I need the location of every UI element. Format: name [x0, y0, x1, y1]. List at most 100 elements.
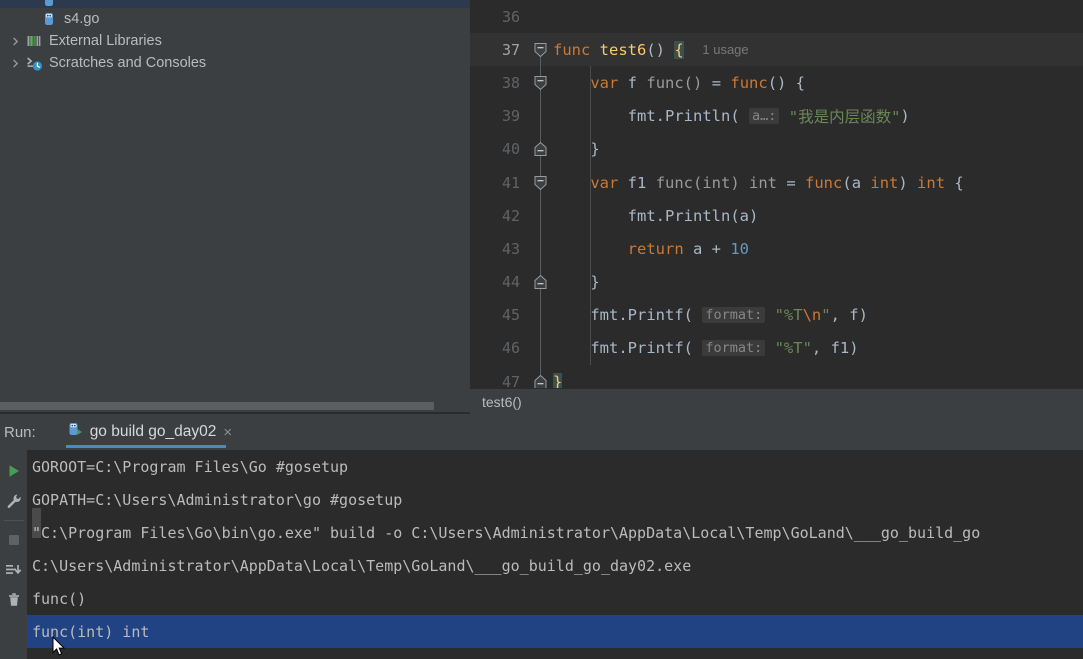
- project-tree-horizontal-scrollbar[interactable]: [0, 400, 470, 412]
- code-token: (: [683, 306, 703, 325]
- run-window-title: Run:: [4, 423, 36, 441]
- fold-collapse-icon[interactable]: [533, 175, 548, 190]
- code-token: () {: [767, 73, 806, 92]
- code-line-45[interactable]: 45 fmt. Printf( format: "%T\n", f): [470, 298, 1083, 332]
- code-text[interactable]: func test6() { 1 usage: [553, 33, 749, 66]
- run-tool-window: Run: go build go_day02 × GOROOT=C:\Progr…: [0, 414, 1083, 659]
- fold-gutter[interactable]: [529, 199, 553, 233]
- fold-collapse-icon[interactable]: [533, 75, 548, 91]
- indent-guide: [590, 199, 591, 233]
- line-number: 39: [501, 107, 520, 126]
- console-line-list[interactable]: GOROOT=C:\Program Files\Go #gosetup GOPAT…: [27, 450, 1083, 648]
- code-token: func: [730, 73, 768, 92]
- indent-guide: [590, 132, 591, 166]
- run-configuration-tab[interactable]: go build go_day02 ×: [58, 414, 240, 450]
- code-text[interactable]: }: [553, 133, 600, 166]
- fold-gutter[interactable]: [529, 365, 553, 388]
- line-number: 46: [501, 339, 520, 358]
- code-text[interactable]: fmt. Printf( format: "%T", f1): [553, 332, 859, 365]
- code-line-46[interactable]: 46 fmt. Printf( format: "%T", f1): [470, 331, 1083, 366]
- fold-gutter[interactable]: [529, 298, 553, 332]
- indent-guide: [590, 265, 591, 299]
- code-editor[interactable]: 36 37 func test6() { 1 usage 38 var f func(…: [470, 0, 1083, 388]
- code-text[interactable]: fmt. Println(a): [553, 199, 759, 232]
- code-text[interactable]: }: [553, 365, 563, 388]
- editor-breadcrumb[interactable]: test6(): [470, 388, 1083, 414]
- code-token: }: [553, 140, 600, 159]
- code-token: ): [749, 206, 759, 225]
- tree-item-s4-go[interactable]: s4.go: [0, 8, 470, 30]
- fold-gutter[interactable]: [529, 0, 553, 33]
- code-text[interactable]: }: [553, 266, 600, 299]
- clear-all-button[interactable]: [2, 585, 26, 615]
- scrollbar-thumb[interactable]: [0, 402, 434, 410]
- console-line[interactable]: GOROOT=C:\Program Files\Go #gosetup: [27, 450, 1083, 483]
- tree-item-partial[interactable]: [0, 0, 470, 8]
- code-token: ): [858, 306, 868, 325]
- code-line-41[interactable]: 41 var f1 func(int) int = func(a int) in…: [470, 165, 1083, 200]
- stop-button[interactable]: [2, 525, 26, 555]
- code-token: a: [851, 173, 862, 192]
- code-token: ): [849, 339, 859, 358]
- fold-gutter[interactable]: [529, 66, 553, 100]
- console-line[interactable]: C:\Users\Administrator\AppData\Local\Tem…: [27, 549, 1083, 582]
- close-icon[interactable]: ×: [223, 425, 232, 440]
- code-token: }: [553, 273, 600, 292]
- project-tree-list[interactable]: s4.go External Libraries Scratches and Con…: [0, 0, 470, 74]
- line-number: 47: [501, 372, 520, 388]
- code-line-40[interactable]: 40 }: [470, 132, 1083, 166]
- console-line[interactable]: func(): [27, 582, 1083, 615]
- fold-gutter[interactable]: [529, 331, 553, 366]
- fold-gutter[interactable]: [529, 232, 553, 266]
- fold-gutter[interactable]: [529, 33, 553, 67]
- code-text[interactable]: fmt. Printf( format: "%T\n", f): [553, 299, 868, 332]
- code-token: .: [618, 306, 628, 325]
- code-line-36[interactable]: 36: [470, 0, 1083, 33]
- fold-expand-icon[interactable]: [533, 274, 548, 290]
- code-token: Println: [665, 206, 731, 225]
- chevron-right-icon[interactable]: [8, 59, 23, 68]
- code-line-43[interactable]: 43 return a + 10: [470, 232, 1083, 266]
- scroll-to-end-button[interactable]: [2, 555, 26, 585]
- console-line[interactable]: GOPATH=C:\Users\Administrator\go #gosetu…: [27, 483, 1083, 516]
- line-number: 36: [501, 7, 520, 26]
- chevron-right-icon[interactable]: [8, 37, 23, 46]
- code-line-44[interactable]: 44 }: [470, 265, 1083, 299]
- fold-expand-icon[interactable]: [533, 374, 548, 388]
- code-line-38[interactable]: 38 var f func() = func() {: [470, 66, 1083, 100]
- console-line[interactable]: "C:\Program Files\Go\bin\go.exe" build -…: [27, 516, 1083, 549]
- run-toolbar[interactable]: [0, 450, 27, 659]
- fold-collapse-icon[interactable]: [533, 42, 548, 57]
- indent-guide: [590, 331, 591, 366]
- code-line-42[interactable]: 42 fmt. Println(a): [470, 199, 1083, 233]
- line-number: 44: [501, 273, 520, 292]
- code-line-47[interactable]: 47}: [470, 365, 1083, 388]
- fold-expand-icon[interactable]: [533, 142, 548, 157]
- code-line-39[interactable]: 39 fmt. Println( a…: "我是内层函数"): [470, 99, 1083, 133]
- console-line[interactable]: func(int) int: [27, 615, 1083, 648]
- tree-item-scratches-and-consoles[interactable]: Scratches and Consoles: [0, 52, 470, 74]
- edit-configurations-button[interactable]: [2, 486, 26, 516]
- fold-gutter[interactable]: [529, 132, 553, 166]
- code-text[interactable]: return a + 10: [553, 232, 749, 265]
- code-text[interactable]: var f1 func(int) int = func(a int) int {: [553, 166, 963, 199]
- code-token: ,: [830, 306, 850, 325]
- fold-gutter[interactable]: [529, 99, 553, 133]
- run-tool-window-header: Run: go build go_day02 ×: [0, 414, 1083, 450]
- project-tree-panel[interactable]: s4.go External Libraries Scratches and Con…: [0, 0, 470, 414]
- tree-item-external-libraries[interactable]: External Libraries: [0, 30, 470, 52]
- fold-gutter[interactable]: [529, 265, 553, 299]
- code-line-37[interactable]: 37 func test6() { 1 usage: [470, 33, 1083, 67]
- rerun-button[interactable]: [2, 456, 26, 486]
- indent-guide: [590, 66, 591, 100]
- fold-gutter[interactable]: [529, 165, 553, 200]
- run-console-output[interactable]: GOROOT=C:\Program Files\Go #gosetup GOPAT…: [27, 450, 1083, 659]
- scratches-icon: [23, 55, 45, 72]
- libraries-icon: [23, 33, 45, 49]
- code-text[interactable]: fmt. Println( a…: "我是内层函数"): [553, 100, 910, 133]
- run-tab-label: go build go_day02: [89, 423, 217, 440]
